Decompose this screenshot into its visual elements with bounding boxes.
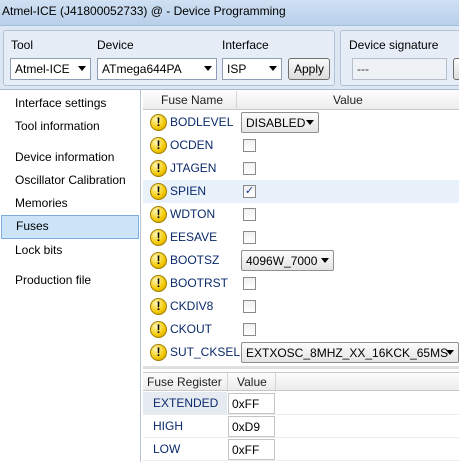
fuse-row-ocden: ! OCDEN — [143, 134, 459, 157]
warning-icon: ! — [150, 252, 167, 269]
fuse-name-column-header[interactable]: Fuse Name — [161, 93, 223, 107]
warning-icon: ! — [150, 137, 167, 154]
extended-value-field[interactable]: 0xFF — [228, 393, 275, 414]
register-name: LOW — [153, 442, 181, 456]
fuse-row-ckout: ! CKOUT — [143, 318, 459, 341]
fuse-row-spien: ! SPIEN ✓ — [143, 180, 459, 203]
chevron-down-icon — [204, 66, 212, 71]
column-divider[interactable] — [275, 373, 276, 392]
warning-icon: ! — [150, 206, 167, 223]
fuse-name: EESAVE — [170, 230, 218, 244]
interface-label: Interface — [222, 38, 269, 52]
bootrst-checkbox[interactable] — [243, 277, 256, 290]
device-signature-field: --- — [352, 58, 447, 80]
window-title: Atmel-ICE (J41800052733) @ - Device Prog… — [0, 0, 459, 26]
high-value-field[interactable]: 0xD9 — [228, 416, 275, 437]
bootsz-select[interactable]: 4096W_7000 — [241, 250, 334, 271]
chevron-down-icon — [78, 66, 86, 71]
apply-button[interactable]: Apply — [288, 58, 330, 80]
register-name: HIGH — [153, 419, 183, 433]
tool-label: Tool — [11, 38, 34, 52]
sidebar-item-production-file[interactable]: Production file — [1, 270, 139, 292]
register-row-high: HIGH 0xD9 — [143, 415, 459, 438]
bodlevel-select[interactable]: DISABLED — [241, 112, 319, 133]
chevron-down-icon — [321, 258, 329, 263]
warning-icon: ! — [150, 183, 167, 200]
tool-select-value: Atmel-ICE — [15, 62, 70, 76]
sidebar-item-memories[interactable]: Memories — [1, 193, 139, 215]
device-selection-panel: Tool Device Interface Atmel-ICE ATmega64… — [0, 26, 459, 90]
device-select-value: ATmega644PA — [102, 62, 182, 76]
fuse-name: BODLEVEL — [170, 115, 234, 129]
column-divider[interactable] — [227, 373, 228, 392]
sut-cksel-select[interactable]: EXTXOSC_8MHZ_XX_16KCK_65MS — [241, 342, 459, 363]
sidebar-item-lock-bits[interactable]: Lock bits — [1, 240, 139, 262]
sidebar-item-fuses[interactable]: Fuses — [1, 215, 139, 239]
sidebar-item-device-information[interactable]: Device information — [1, 147, 139, 169]
fuse-name: CKDIV8 — [170, 299, 214, 313]
low-value-field[interactable]: 0xFF — [228, 439, 275, 460]
warning-icon: ! — [150, 275, 167, 292]
fuse-name: BOOTSZ — [170, 253, 220, 267]
fuse-row-eesave: ! EESAVE — [143, 226, 459, 249]
fuse-table-scrollbar[interactable] — [143, 366, 459, 369]
device-label: Device — [97, 38, 134, 52]
spien-checkbox[interactable]: ✓ — [243, 185, 256, 198]
bodlevel-select-value: DISABLED — [246, 116, 306, 130]
fuse-row-wdton: ! WDTON — [143, 203, 459, 226]
jtagen-checkbox[interactable] — [243, 162, 256, 175]
fuse-row-bodlevel: ! BODLEVEL DISABLED — [143, 111, 459, 134]
register-name: EXTENDED — [153, 396, 219, 410]
fuse-name: WDTON — [170, 207, 216, 221]
fuse-row-bootsz: ! BOOTSZ 4096W_7000 — [143, 249, 459, 272]
warning-icon: ! — [150, 344, 167, 361]
register-row-low: LOW 0xFF — [143, 438, 459, 461]
interface-select-value: ISP — [227, 62, 247, 76]
register-row-extended: EXTENDED 0xFF — [143, 392, 459, 415]
fuse-name: SPIEN — [170, 184, 207, 198]
fuse-name: BOOTRST — [170, 276, 229, 290]
register-value-column-header[interactable]: Value — [237, 375, 267, 389]
ckout-checkbox[interactable] — [243, 323, 256, 336]
sidebar-item-interface-settings[interactable]: Interface settings — [1, 93, 139, 115]
tool-device-group: Tool Device Interface Atmel-ICE ATmega64… — [3, 30, 335, 86]
bootsz-select-value: 4096W_7000 — [246, 254, 318, 268]
fuse-row-bootrst: ! BOOTRST — [143, 272, 459, 295]
fuse-register-column-header[interactable]: Fuse Register — [147, 375, 222, 389]
chevron-down-icon — [446, 350, 454, 355]
chevron-down-icon — [269, 66, 277, 71]
warning-icon: ! — [150, 321, 167, 338]
fuse-row-sut-cksel: ! SUT_CKSEL EXTXOSC_8MHZ_XX_16KCK_65MS — [143, 341, 459, 364]
warning-icon: ! — [150, 114, 167, 131]
fuse-name: SUT_CKSEL — [170, 345, 241, 359]
fuse-row-jtagen: ! JTAGEN — [143, 157, 459, 180]
fuse-row-ckdiv8: ! CKDIV8 — [143, 295, 459, 318]
warning-icon: ! — [150, 160, 167, 177]
sidebar-item-oscillator-calibration[interactable]: Oscillator Calibration — [1, 170, 139, 192]
ckdiv8-checkbox[interactable] — [243, 300, 256, 313]
fuse-table-header: Fuse Name Value — [143, 91, 459, 110]
sidebar-item-tool-information[interactable]: Tool information — [1, 116, 139, 138]
device-select[interactable]: ATmega644PA — [97, 58, 217, 80]
warning-icon: ! — [150, 229, 167, 246]
fuse-name: JTAGEN — [170, 161, 217, 175]
interface-select[interactable]: ISP — [222, 58, 282, 80]
column-divider[interactable] — [236, 91, 237, 110]
fuse-name: CKOUT — [170, 322, 212, 336]
register-table-header: Fuse Register Value — [143, 372, 459, 392]
sut-cksel-select-value: EXTXOSC_8MHZ_XX_16KCK_65MS — [246, 346, 449, 360]
tool-select[interactable]: Atmel-ICE — [10, 58, 91, 80]
chevron-down-icon — [306, 120, 314, 125]
eesave-checkbox[interactable] — [243, 231, 256, 244]
device-signature-label: Device signature — [349, 38, 439, 52]
device-signature-group: Device signature --- — [340, 30, 459, 86]
read-signature-button[interactable] — [453, 58, 459, 80]
fuse-name: OCDEN — [170, 138, 214, 152]
sidebar-navigation: Interface settings Tool information Devi… — [0, 90, 141, 462]
fuse-value-column-header[interactable]: Value — [333, 93, 363, 107]
ocden-checkbox[interactable] — [243, 139, 256, 152]
wdton-checkbox[interactable] — [243, 208, 256, 221]
warning-icon: ! — [150, 298, 167, 315]
